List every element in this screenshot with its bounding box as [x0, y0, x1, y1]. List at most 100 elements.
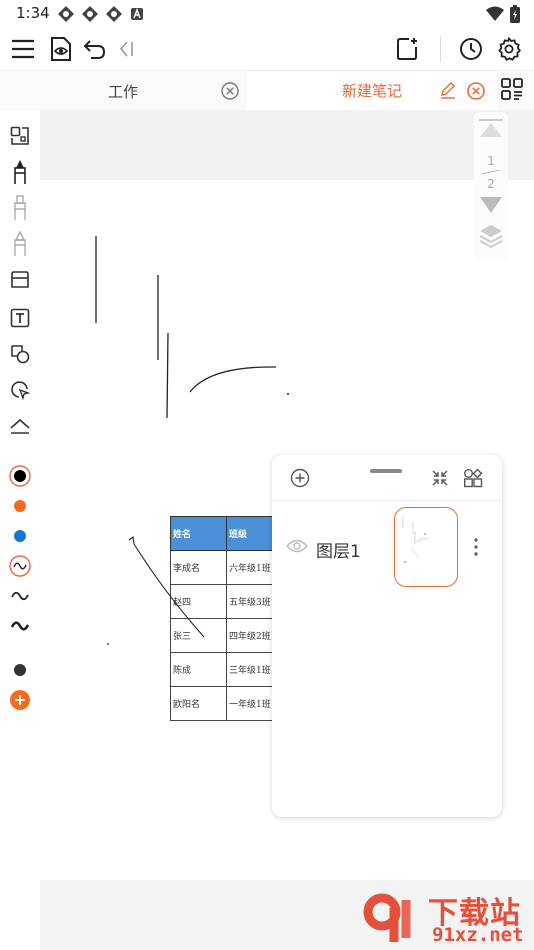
eraser-icon	[11, 271, 29, 288]
plus-circle-icon	[290, 468, 310, 488]
layer-shapes-button[interactable]	[460, 465, 486, 491]
ruler-icon	[10, 418, 30, 434]
tab-work[interactable]: 工作	[0, 71, 246, 111]
eye-visibility-icon[interactable]	[286, 538, 308, 554]
table-row: 欧阳名 一年级1班	[170, 686, 275, 721]
next-page-button[interactable]	[477, 194, 505, 216]
layer-panel-header	[272, 455, 502, 501]
lasso-icon	[11, 381, 30, 400]
total-page-number: 2	[487, 177, 495, 191]
color-swatch-blue[interactable]	[6, 522, 34, 550]
settings-icon	[498, 37, 521, 61]
edit-tab-icon[interactable]	[438, 80, 458, 100]
table-cell: 四年级2班	[226, 618, 275, 653]
close-tab-icon[interactable]	[220, 81, 240, 101]
text-tool[interactable]	[6, 304, 34, 332]
menu-button[interactable]	[6, 32, 40, 66]
color-swatch-black[interactable]	[6, 462, 34, 490]
tool-column	[0, 110, 40, 950]
wave-stroke-icon	[10, 621, 30, 631]
collapse-icon	[119, 41, 133, 57]
stroke-wave-thin[interactable]	[6, 552, 34, 580]
tab-label: 工作	[107, 82, 138, 101]
eraser-tool[interactable]	[6, 266, 34, 294]
preview-button[interactable]	[44, 32, 78, 66]
wave-stroke-icon	[9, 555, 31, 577]
layer-row[interactable]: 图层1	[272, 501, 502, 593]
status-bar: 1:34	[0, 0, 534, 28]
preview-icon	[51, 37, 71, 61]
history-button[interactable]	[454, 32, 488, 66]
layer-thumbnail[interactable]	[394, 507, 458, 587]
pen-icon	[14, 160, 26, 184]
add-color-button[interactable]	[6, 686, 34, 714]
pen-tool[interactable]	[6, 158, 34, 186]
text-icon	[10, 308, 30, 328]
ruler-tool[interactable]	[6, 412, 34, 440]
app-root: 1:34 工作 新建笔记 1 2 姓名 班级 李成名 六年级1班 赵四 五年级3…	[0, 0, 534, 950]
tabs-overview-button[interactable]	[500, 77, 526, 105]
close-tab-icon[interactable]	[466, 81, 486, 101]
page-navigator: 1 2	[474, 112, 508, 260]
status-system-icons	[486, 5, 520, 27]
stroke-wave-thick[interactable]	[6, 612, 34, 640]
canvas-margin-top	[40, 110, 534, 180]
keyboard-notification-icon	[130, 6, 146, 22]
stroke-wave-medium[interactable]	[6, 582, 34, 610]
prev-page-button[interactable]	[477, 114, 505, 142]
color-swatch-orange[interactable]	[6, 492, 34, 520]
color-swatch-dark[interactable]	[6, 656, 34, 684]
ink-stroke	[166, 332, 169, 419]
grid-qr-icon	[501, 78, 523, 100]
panel-drag-handle[interactable]	[370, 469, 402, 473]
collapse-panel-button[interactable]	[427, 465, 453, 491]
table-header-cell: 班级	[226, 516, 275, 551]
current-page-number: 1	[487, 154, 495, 168]
status-notification-icons	[58, 6, 146, 22]
table-row: 陈成 三年级1班	[170, 652, 275, 687]
history-icon	[460, 38, 482, 60]
layer-thumbnail-preview	[402, 516, 430, 563]
table-cell: 五年级3班	[226, 584, 275, 619]
shape-icon	[11, 345, 30, 364]
marker-tool[interactable]	[6, 194, 34, 222]
triangle-up-icon	[479, 119, 503, 137]
lasso-tool[interactable]	[6, 376, 34, 404]
select-icon	[10, 126, 29, 145]
color-dot-icon	[14, 530, 26, 542]
collapse-panel-button[interactable]	[110, 32, 144, 66]
highlighter-tool[interactable]	[6, 230, 34, 258]
shape-tool[interactable]	[6, 340, 34, 368]
battery-icon	[510, 5, 520, 27]
add-page-button[interactable]	[390, 32, 424, 66]
watermark-logo	[363, 893, 411, 942]
layer-panel: 图层1	[272, 455, 502, 817]
color-dot-icon	[14, 664, 26, 676]
table-cell: 欧阳名	[170, 686, 227, 721]
select-tool[interactable]	[6, 122, 34, 150]
table-cell: 一年级1班	[226, 686, 275, 721]
marker-icon	[14, 195, 26, 220]
layers-toggle-button[interactable]	[477, 222, 505, 250]
status-time: 1:34	[16, 4, 50, 22]
watermark-url: 91xz.net	[432, 924, 524, 946]
toolbar-divider	[440, 36, 441, 62]
app-notification-icon	[106, 6, 122, 22]
ink-dot	[287, 393, 289, 395]
app-notification-icon	[82, 6, 98, 22]
triangle-down-icon	[480, 197, 502, 213]
highlighter-icon	[14, 231, 26, 256]
add-page-icon	[397, 38, 417, 60]
ink-dot	[107, 643, 109, 645]
settings-button[interactable]	[492, 32, 526, 66]
selected-color-icon	[9, 465, 31, 487]
undo-button[interactable]	[78, 32, 112, 66]
wifi-icon	[486, 6, 504, 26]
add-layer-button[interactable]	[287, 465, 313, 491]
site-watermark: 下载站 91xz.net	[362, 888, 534, 950]
ink-stroke	[189, 366, 277, 393]
tab-new-note[interactable]: 新建笔记	[247, 71, 497, 111]
app-notification-icon	[58, 6, 74, 22]
plus-circle-icon	[10, 690, 30, 710]
more-vertical-icon[interactable]	[468, 535, 484, 559]
